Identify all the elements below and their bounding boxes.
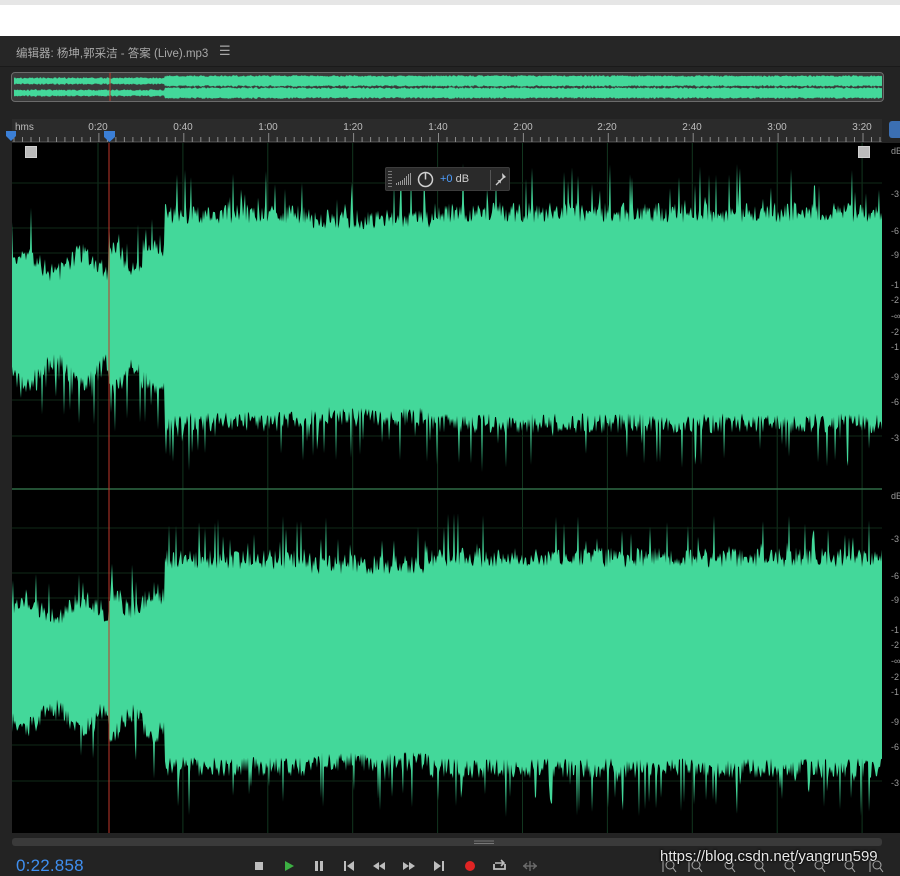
db-label: -9 bbox=[891, 372, 900, 382]
volume-unit: dB bbox=[452, 173, 470, 185]
db-label: dB bbox=[891, 491, 900, 501]
play-icon[interactable] bbox=[280, 857, 298, 875]
editor-panel-header: 编辑器: 杨坤,郭采洁 - 答案 (Live).mp3 ☰ bbox=[0, 36, 900, 67]
left-channel-waveform bbox=[12, 163, 882, 473]
waveform-overview-navigator[interactable] bbox=[11, 72, 884, 102]
start-marker-icon[interactable] bbox=[6, 131, 16, 141]
pin-icon[interactable] bbox=[495, 172, 507, 186]
level-meter-icon bbox=[396, 173, 411, 185]
db-label: dB bbox=[891, 146, 900, 156]
record-icon[interactable] bbox=[461, 857, 479, 875]
db-label: -6 bbox=[891, 742, 900, 752]
db-label: -9 bbox=[891, 595, 900, 605]
skip-to-end-icon[interactable] bbox=[430, 857, 448, 875]
db-label: -6 bbox=[891, 226, 900, 236]
amplitude-scale: dB -3 -6 -9 -1 -2 -∞ -2 -1 -9 -6 -3 dB -… bbox=[882, 143, 900, 833]
hud-grip-icon[interactable] bbox=[388, 171, 392, 187]
db-label: -∞ bbox=[891, 311, 900, 321]
db-label: -∞ bbox=[891, 656, 900, 666]
db-label: -3 bbox=[891, 189, 900, 199]
stereo-waveform bbox=[12, 143, 882, 833]
ruler-tick-label: 3:00 bbox=[767, 122, 787, 133]
volume-hud[interactable]: +0 dB bbox=[385, 167, 510, 191]
overview-waveform bbox=[14, 73, 882, 101]
ruler-tick-label: 0:40 bbox=[173, 122, 193, 133]
ruler-tick-label: 1:20 bbox=[343, 122, 363, 133]
editor-panel-title: 编辑器: 杨坤,郭采洁 - 答案 (Live).mp3 bbox=[16, 48, 209, 60]
db-label: -9 bbox=[891, 250, 900, 260]
db-label: -3 bbox=[891, 433, 900, 443]
rewind-icon[interactable] bbox=[370, 857, 388, 875]
db-label: -9 bbox=[891, 717, 900, 727]
fade-in-handle-icon[interactable] bbox=[25, 146, 37, 158]
db-label: -1 bbox=[891, 625, 900, 635]
volume-knob-icon[interactable] bbox=[417, 171, 434, 188]
db-label: -2 bbox=[891, 327, 900, 337]
db-label: -1 bbox=[891, 687, 900, 697]
db-label: -6 bbox=[891, 397, 900, 407]
time-ruler[interactable]: hms 0:20 0:40 1:00 1:20 1:40 2:00 2:20 2… bbox=[12, 119, 882, 142]
scroll-grip-icon[interactable] bbox=[472, 839, 496, 845]
watermark-text: https://blog.csdn.net/yangrun599 bbox=[660, 848, 878, 865]
right-channel-waveform bbox=[12, 513, 882, 817]
ruler-tick-label: 2:00 bbox=[513, 122, 533, 133]
panel-menu-icon[interactable]: ☰ bbox=[219, 43, 231, 59]
db-label: -1 bbox=[891, 342, 900, 352]
db-label: -2 bbox=[891, 672, 900, 682]
horizontal-scrollbar[interactable] bbox=[12, 838, 882, 846]
stop-icon[interactable] bbox=[250, 857, 268, 875]
volume-number: +0 bbox=[440, 173, 453, 185]
db-label: -6 bbox=[891, 571, 900, 581]
skip-to-start-icon[interactable] bbox=[340, 857, 358, 875]
overview-channel-waveform bbox=[14, 75, 882, 87]
playhead-handle-icon[interactable] bbox=[104, 131, 115, 142]
ruler-tick-label: 2:40 bbox=[682, 122, 702, 133]
pause-icon[interactable] bbox=[310, 857, 328, 875]
ruler-tick-label: 1:40 bbox=[428, 122, 448, 133]
skip-selection-icon[interactable] bbox=[521, 857, 539, 875]
panel-edge-toggle[interactable] bbox=[889, 121, 900, 138]
ruler-tick-label: 3:20 bbox=[852, 122, 872, 133]
ruler-tick-label: 1:00 bbox=[258, 122, 278, 133]
playhead-time-display[interactable]: 0:22.858 bbox=[16, 856, 84, 876]
fast-forward-icon[interactable] bbox=[400, 857, 418, 875]
loop-icon[interactable] bbox=[491, 857, 509, 875]
hud-divider bbox=[490, 170, 491, 190]
overview-channel-waveform bbox=[14, 87, 882, 99]
db-label: -3 bbox=[891, 778, 900, 788]
volume-value[interactable]: +0 dB bbox=[440, 173, 469, 185]
db-label: -1 bbox=[891, 280, 900, 290]
window-top-strip bbox=[0, 0, 900, 36]
ruler-tick-label: 2:20 bbox=[597, 122, 617, 133]
db-label: -2 bbox=[891, 640, 900, 650]
fade-out-handle-icon[interactable] bbox=[858, 146, 870, 158]
waveform-display[interactable] bbox=[12, 143, 882, 833]
db-label: -3 bbox=[891, 534, 900, 544]
db-label: -2 bbox=[891, 295, 900, 305]
